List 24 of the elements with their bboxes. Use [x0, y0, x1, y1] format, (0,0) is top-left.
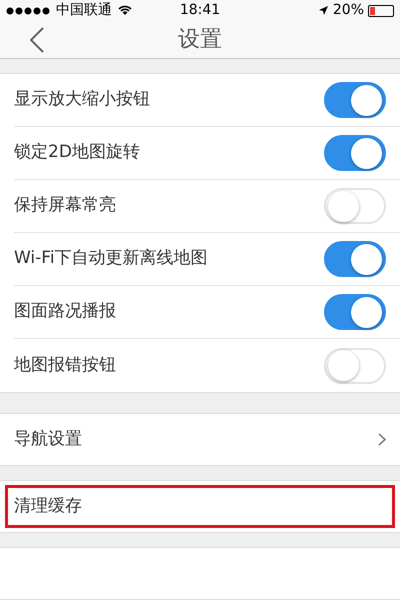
setting-label: Wi-Fi下自动更新离线地图 — [14, 247, 209, 270]
setting-label: 导航设置 — [14, 428, 83, 451]
settings-row[interactable]: 清理缓存 — [0, 480, 400, 533]
setting-label: 清理缓存 — [14, 494, 83, 518]
signal-icon — [6, 6, 50, 14]
page-title: 设置 — [178, 26, 222, 54]
clock-time: 18:41 — [178, 1, 222, 20]
wifi-icon — [118, 5, 132, 16]
toggle-switch[interactable] — [324, 241, 386, 277]
setting-label: 锁定2D地图旋转 — [14, 141, 141, 164]
settings-row[interactable]: 导航设置 — [0, 413, 400, 466]
chevron-right-icon — [378, 433, 386, 446]
location-arrow-icon — [318, 5, 329, 16]
carrier-name: 中国联通 — [56, 1, 112, 20]
setting-label: 地图报错按钮 — [14, 354, 117, 377]
setting-label: 保持屏幕常亮 — [14, 194, 117, 218]
toggle-switch[interactable] — [324, 294, 386, 330]
battery-percent: 20% — [332, 1, 364, 20]
back-icon[interactable] — [30, 26, 44, 53]
toggle-switch[interactable] — [324, 135, 386, 171]
battery-icon — [368, 4, 394, 16]
setting-label: 图面路况播报 — [14, 300, 117, 324]
toggle-switch[interactable] — [324, 82, 386, 118]
setting-label: 显示放大缩小按钮 — [14, 88, 151, 112]
